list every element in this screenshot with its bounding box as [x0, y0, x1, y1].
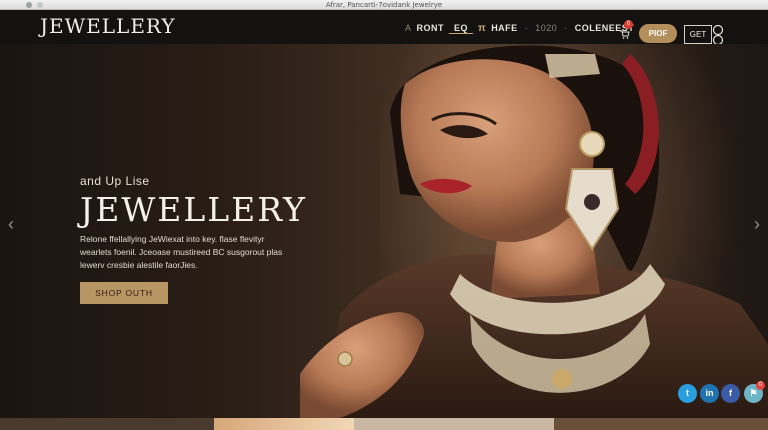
nav-separator: ·	[524, 23, 529, 33]
carousel-prev-icon[interactable]: ‹	[2, 211, 20, 237]
carousel-next-icon[interactable]: ›	[748, 211, 766, 237]
hero-description-line: lewerv cresbie alestile faorJies.	[80, 260, 198, 270]
hero-title: JEWELLERY	[80, 190, 307, 229]
profile-button[interactable]: PIOF	[639, 24, 677, 43]
hero-banner: and Up Lise JEWELLERY Relone ffellallyin…	[0, 44, 768, 418]
thumbnail[interactable]	[214, 418, 354, 430]
nav-separator: ·	[564, 23, 568, 33]
hero-description-line: wearlets foenil. Jceoase mustireed BC su…	[80, 247, 283, 257]
cart-button[interactable]: 0	[620, 20, 633, 39]
cart-icon	[620, 30, 630, 39]
get-button[interactable]: GET	[684, 25, 712, 44]
linkedin-icon[interactable]: in	[700, 384, 719, 403]
thumbnail-strip	[0, 418, 768, 430]
thumbnail[interactable]	[554, 418, 768, 430]
cart-badge: 0	[624, 20, 633, 29]
nav-item[interactable]: HAFE	[491, 23, 523, 33]
main-menu: A RONT EQ π HAFE · 1020 · COLENEEST ·	[400, 21, 647, 35]
top-nav: JEWELLERY A RONT EQ π HAFE · 1020 · COLE…	[0, 10, 768, 46]
hero-description-line: Relone ffellallying JeWiexat into key. f…	[80, 234, 265, 244]
user-icon[interactable]	[709, 24, 727, 46]
nav-item[interactable]: RONT	[417, 23, 450, 33]
nav-item-active[interactable]: EQ	[449, 23, 474, 34]
nav-item[interactable]: π	[473, 23, 491, 34]
thumbnail[interactable]	[354, 418, 554, 430]
shop-now-button[interactable]: SHOP OUTH	[80, 282, 168, 304]
notification-badge: 0	[756, 381, 765, 390]
nav-item[interactable]: A	[400, 23, 417, 33]
address-bar[interactable]: Afrar, Pancarti-7ovidank Jewelrye	[0, 0, 768, 10]
browser-chrome: Afrar, Pancarti-7ovidank Jewelrye	[0, 0, 768, 10]
thumbnail[interactable]	[0, 418, 214, 430]
nav-item[interactable]: 1020	[530, 23, 562, 33]
facebook-icon[interactable]: f	[721, 384, 740, 403]
site-logo[interactable]: JEWELLERY	[40, 14, 176, 38]
hero-description: Relone ffellallying JeWiexat into key. f…	[80, 233, 320, 272]
hero-eyebrow: and Up Lise	[80, 174, 150, 188]
twitter-icon[interactable]: t	[678, 384, 697, 403]
hero-model-image	[300, 45, 768, 418]
